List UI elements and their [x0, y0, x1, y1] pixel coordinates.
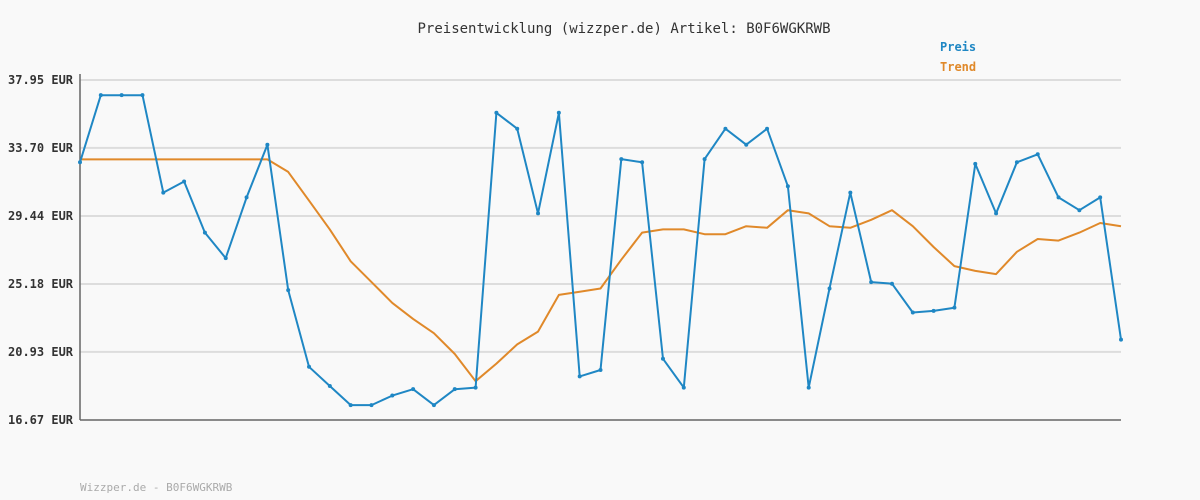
data-point	[182, 179, 187, 184]
y-tick-label: 25.18 EUR	[8, 277, 74, 291]
data-point	[1056, 195, 1061, 200]
data-point	[827, 286, 832, 291]
data-point	[931, 308, 936, 313]
data-point	[744, 142, 749, 147]
data-point	[327, 383, 332, 388]
data-point	[785, 184, 790, 189]
y-tick-label: 33.70 EUR	[8, 141, 74, 155]
data-point	[390, 393, 395, 398]
data-point	[723, 126, 728, 131]
data-point	[119, 93, 124, 98]
data-point	[536, 211, 541, 216]
data-point	[952, 305, 957, 310]
data-point	[973, 161, 978, 166]
data-point	[452, 387, 457, 392]
data-point	[1035, 152, 1040, 157]
data-point	[598, 367, 603, 372]
data-point	[431, 403, 436, 408]
data-point	[765, 126, 770, 131]
data-point	[78, 160, 82, 165]
trend-series	[80, 158, 1122, 383]
data-point	[1119, 337, 1123, 342]
data-point	[494, 110, 499, 115]
data-point	[515, 126, 520, 131]
data-point	[660, 356, 665, 361]
legend-trend: Trend	[940, 60, 976, 74]
y-tick-label: 20.93 EUR	[8, 345, 74, 359]
data-point	[577, 374, 582, 379]
chart-title: Preisentwicklung (wizzper.de) Artikel: B…	[417, 21, 830, 37]
data-point	[848, 190, 853, 195]
data-point	[140, 93, 145, 98]
y-tick-label: 16.67 EUR	[8, 413, 74, 427]
data-point	[369, 403, 374, 408]
data-point	[98, 93, 103, 98]
data-point	[556, 110, 561, 115]
data-point	[1077, 208, 1082, 213]
legend-preis: Preis	[940, 40, 976, 54]
grid-lines	[80, 79, 1121, 353]
footer-text: Wizzper.de - B0F6WGKRWB	[80, 481, 233, 494]
y-tick-label: 37.95 EUR	[8, 73, 74, 87]
data-point	[223, 256, 228, 261]
data-point	[619, 157, 624, 162]
y-axis-ticks: 37.95 EUR 33.70 EUR 29.44 EUR 25.18 EUR 20.9…	[8, 73, 74, 427]
data-point	[244, 195, 249, 200]
data-point	[473, 385, 478, 390]
data-point	[307, 364, 312, 369]
data-point	[640, 160, 645, 165]
data-point	[994, 211, 999, 216]
series-line	[80, 158, 1122, 383]
data-point	[286, 288, 291, 293]
y-tick-label: 29.44 EUR	[8, 209, 74, 223]
data-point	[806, 385, 811, 390]
price-chart: Preisentwicklung (wizzper.de) Artikel: B…	[8, 21, 1123, 494]
data-point	[161, 190, 166, 195]
data-point	[702, 157, 707, 162]
data-point	[411, 387, 416, 392]
series-line	[79, 94, 1122, 407]
data-point	[681, 385, 686, 390]
data-point	[1098, 195, 1103, 200]
data-point	[910, 310, 915, 315]
data-point	[869, 280, 874, 285]
data-point	[889, 281, 894, 286]
data-point	[202, 230, 207, 235]
preis-series	[78, 93, 1123, 408]
data-point	[348, 403, 353, 408]
data-point	[1014, 160, 1019, 165]
data-point	[265, 142, 270, 147]
